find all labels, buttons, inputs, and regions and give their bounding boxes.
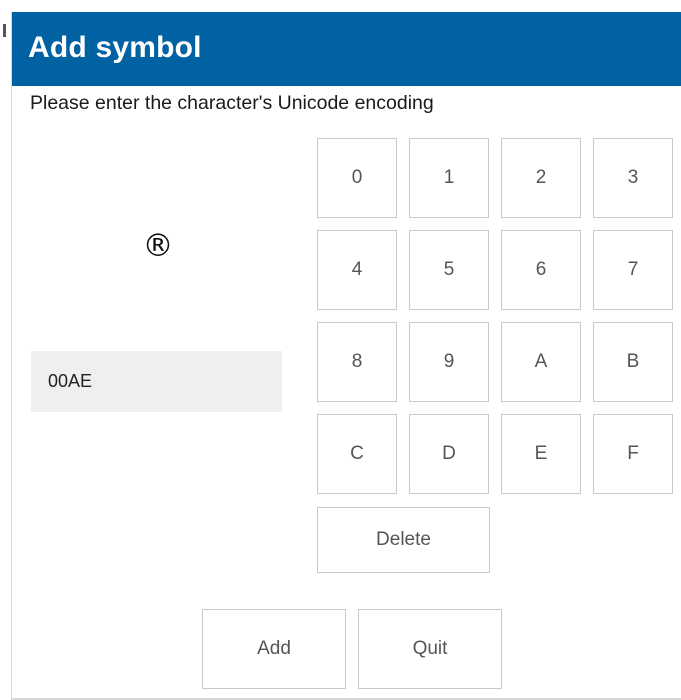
dialog-title: Add symbol bbox=[28, 31, 202, 64]
key-1[interactable]: 1 bbox=[409, 138, 489, 218]
key-d[interactable]: D bbox=[409, 414, 489, 494]
key-7[interactable]: 7 bbox=[593, 230, 673, 310]
key-e[interactable]: E bbox=[501, 414, 581, 494]
key-0[interactable]: 0 bbox=[317, 138, 397, 218]
add-button[interactable]: Add bbox=[202, 609, 346, 689]
symbol-preview: ® bbox=[142, 228, 174, 264]
key-f[interactable]: F bbox=[593, 414, 673, 494]
add-symbol-dialog: Add symbol Please enter the character's … bbox=[11, 12, 681, 700]
dialog-titlebar: Add symbol bbox=[12, 12, 681, 86]
key-8[interactable]: 8 bbox=[317, 322, 397, 402]
quit-button[interactable]: Quit bbox=[358, 609, 502, 689]
key-5[interactable]: 5 bbox=[409, 230, 489, 310]
key-b[interactable]: B bbox=[593, 322, 673, 402]
key-6[interactable]: 6 bbox=[501, 230, 581, 310]
instruction-text: Please enter the character's Unicode enc… bbox=[30, 92, 434, 114]
window-edge-marker bbox=[3, 24, 6, 37]
unicode-code-field[interactable] bbox=[31, 351, 282, 412]
key-4[interactable]: 4 bbox=[317, 230, 397, 310]
key-a[interactable]: A bbox=[501, 322, 581, 402]
key-c[interactable]: C bbox=[317, 414, 397, 494]
delete-button[interactable]: Delete bbox=[317, 507, 490, 573]
key-3[interactable]: 3 bbox=[593, 138, 673, 218]
key-9[interactable]: 9 bbox=[409, 322, 489, 402]
key-2[interactable]: 2 bbox=[501, 138, 581, 218]
